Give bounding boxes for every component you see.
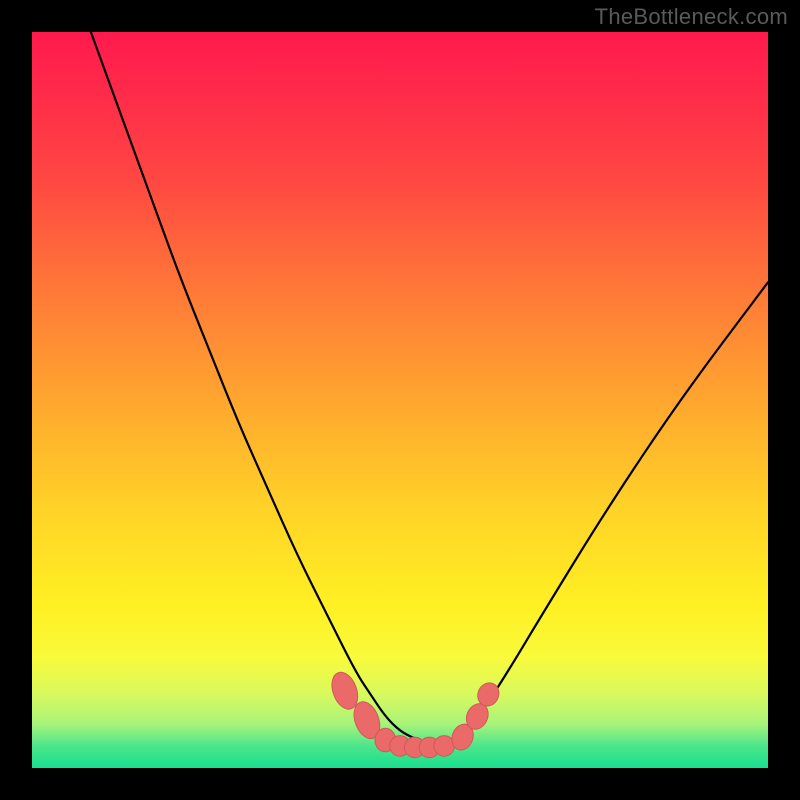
- bottleneck-curve-path: [91, 32, 768, 746]
- bottleneck-curve-svg: [32, 32, 768, 768]
- chart-frame: TheBottleneck.com: [0, 0, 800, 800]
- curve-markers: [327, 669, 502, 758]
- watermark-text: TheBottleneck.com: [595, 4, 788, 30]
- plot-area: [32, 32, 768, 768]
